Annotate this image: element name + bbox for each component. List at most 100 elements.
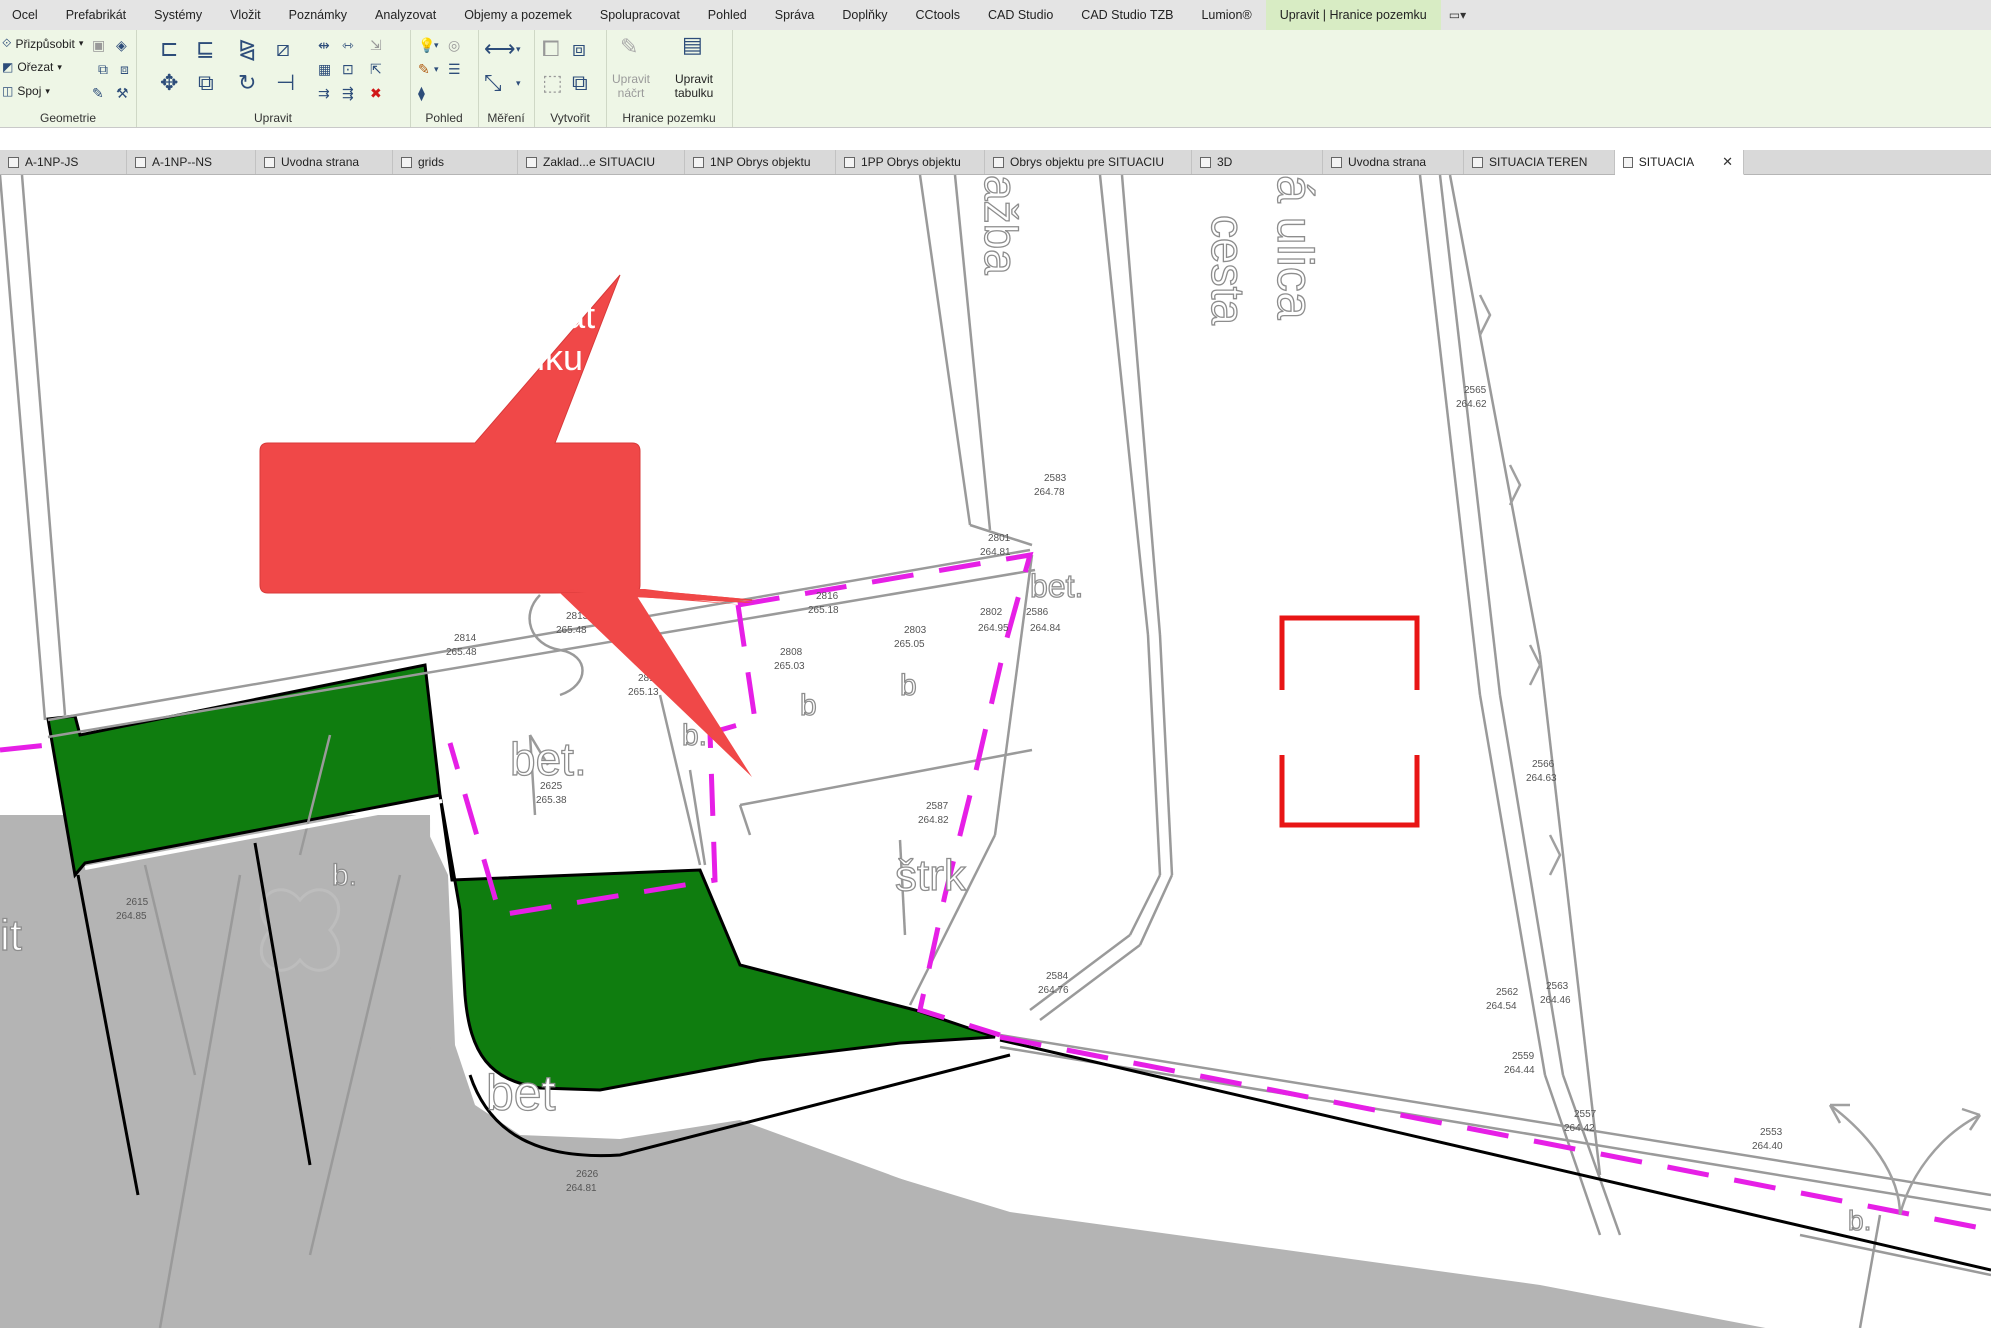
pin-icon[interactable]: ⇲ bbox=[370, 38, 382, 52]
view-tab[interactable]: SITUACIA TEREN bbox=[1464, 150, 1615, 174]
edit-sketch-button[interactable]: ✎ Upravit náčrt bbox=[606, 30, 656, 108]
view-tab[interactable]: A-1NP-JS bbox=[0, 150, 127, 174]
hide-element-icon[interactable]: ◎ bbox=[448, 38, 460, 52]
map-label: b. bbox=[682, 719, 707, 752]
create-group-icon[interactable]: ⬚ bbox=[542, 72, 563, 94]
map-label: b bbox=[800, 689, 817, 722]
view-tab[interactable]: Uvodna strana bbox=[256, 150, 393, 174]
menu-ocel[interactable]: Ocel bbox=[0, 0, 52, 30]
view-tab[interactable]: Zaklad...e SITUACIU bbox=[518, 150, 685, 174]
panel-modify-title: Upravit bbox=[253, 111, 292, 125]
point-number: 2803 bbox=[904, 625, 927, 636]
point-number: 2808 bbox=[780, 647, 803, 658]
menu-cctools[interactable]: CCtools bbox=[902, 0, 974, 30]
split-element-icon[interactable]: ⇹ bbox=[318, 38, 330, 52]
point-elevation: 264.40 bbox=[1752, 1141, 1783, 1152]
unpin-icon[interactable]: ⇱ bbox=[370, 62, 382, 76]
menu-lumion[interactable]: Lumion® bbox=[1187, 0, 1265, 30]
view-tab[interactable]: Obrys objektu pre SITUACIU bbox=[985, 150, 1192, 174]
menu-objemy-a-pozemek[interactable]: Objemy a pozemek bbox=[450, 0, 586, 30]
trim-single-icon[interactable]: ⇶ bbox=[342, 86, 354, 100]
line-weights-icon[interactable]: ☰ bbox=[448, 62, 461, 76]
delete-icon[interactable]: ✖ bbox=[370, 86, 382, 100]
edit-table-button[interactable]: ▤ Upravit tabulku bbox=[656, 30, 732, 108]
point-elevation: 265.13 bbox=[628, 687, 659, 698]
demolish-icon[interactable]: ⚒ bbox=[116, 86, 129, 100]
view-tab[interactable]: 1PP Obrys objektu bbox=[836, 150, 985, 174]
menu-doplnky[interactable]: Doplňky bbox=[828, 0, 901, 30]
fit-button[interactable]: ⟐ Přizpůsobit ▾ bbox=[2, 36, 83, 51]
rotate-icon[interactable]: ↻ bbox=[238, 72, 256, 94]
mirror-draw-icon[interactable]: ⧄ bbox=[276, 38, 290, 60]
point-elevation: 265.48 bbox=[556, 625, 587, 636]
panel-measure: ⟷ ▾ ⤡ ▾ Měření bbox=[478, 30, 535, 127]
view-tab[interactable]: 1NP Obrys objektu bbox=[685, 150, 836, 174]
override-graphics-icon[interactable]: 💡 bbox=[418, 38, 435, 52]
menu-prefabrikat[interactable]: Prefabrikát bbox=[52, 0, 140, 30]
join-icon: ◫ bbox=[2, 84, 14, 98]
create-similar-icon[interactable]: ⧉ bbox=[572, 72, 588, 94]
edit-sketch-icon: ✎ bbox=[620, 34, 639, 59]
create-parts-icon[interactable]: ⧈ bbox=[572, 38, 586, 60]
point-elevation: 264.81 bbox=[566, 1183, 597, 1194]
trim-multiple-icon[interactable]: ⇉ bbox=[318, 86, 330, 100]
paint-icon[interactable]: ✎ bbox=[92, 86, 104, 100]
offset-icon[interactable]: ⊑ bbox=[196, 38, 214, 60]
menu-upravit-hranice-pozemku[interactable]: Upravit | Hranice pozemku bbox=[1265, 0, 1441, 30]
menu-cad-studio[interactable]: CAD Studio bbox=[974, 0, 1067, 30]
chevron-down-icon: ▾ bbox=[45, 85, 50, 96]
split-gap-icon[interactable]: ⇿ bbox=[342, 38, 354, 52]
cut-button[interactable]: ◩ Ořezat ▾ bbox=[2, 60, 62, 74]
map-label: á ulica bbox=[1267, 175, 1323, 320]
filter-icon[interactable]: ⧫ bbox=[418, 86, 425, 100]
menu-poznamky[interactable]: Poznámky bbox=[275, 0, 361, 30]
panel-property-line: ✎ Upravit náčrt ▤ Upravit tabulku Hranic… bbox=[606, 30, 733, 127]
fit-label: Přizpůsobit bbox=[15, 36, 75, 51]
copy-icon[interactable]: ⧉ bbox=[198, 72, 214, 94]
green-area bbox=[438, 794, 996, 1092]
view-tab-active[interactable]: SITUACIA ✕ bbox=[1615, 150, 1744, 175]
callout-line-1: Nedaju sa editovat bbox=[296, 295, 596, 336]
create-assembly-icon[interactable]: ⧠ bbox=[542, 38, 560, 60]
menu-cad-studio-tzb[interactable]: CAD Studio TZB bbox=[1067, 0, 1187, 30]
menu-sprava[interactable]: Správa bbox=[761, 0, 829, 30]
scale-icon[interactable]: ⊡ bbox=[342, 62, 354, 76]
point-number: 2565 bbox=[1464, 385, 1487, 396]
wall-joins-icon[interactable]: ⧉ bbox=[98, 62, 108, 76]
chevron-down-icon: ▾ bbox=[434, 64, 439, 74]
menu-vlozit[interactable]: Vložit bbox=[216, 0, 275, 30]
menu-spolupracovat[interactable]: Spolupracovat bbox=[586, 0, 694, 30]
linework-icon[interactable]: ✎ bbox=[418, 62, 430, 76]
point-elevation: 264.82 bbox=[918, 815, 949, 826]
view-tab-bar: A-1NP-JS A-1NP--NS Uvodna strana grids Z… bbox=[0, 150, 1991, 175]
align-icon[interactable]: ⊏ bbox=[160, 38, 178, 60]
point-elevation: 264.85 bbox=[116, 911, 147, 922]
map-label: cesta bbox=[1202, 215, 1254, 325]
view-tab[interactable]: 3D bbox=[1192, 150, 1323, 174]
join-button[interactable]: ◫ Spoj ▾ bbox=[2, 84, 50, 98]
move-icon[interactable]: ✥ bbox=[160, 72, 178, 94]
menu-analyzovat[interactable]: Analyzovat bbox=[361, 0, 450, 30]
dimension-icon[interactable]: ⤡ bbox=[484, 72, 502, 94]
menu-pohled[interactable]: Pohled bbox=[694, 0, 761, 30]
view-tab[interactable]: Uvodna strana bbox=[1323, 150, 1464, 174]
menu-systemy[interactable]: Systémy bbox=[140, 0, 216, 30]
ribbon: ⟐ Přizpůsobit ▾ ◩ Ořezat ▾ ◫ Spoj ▾ ▣ ◈ … bbox=[0, 30, 1991, 128]
point-number: 2559 bbox=[1512, 1051, 1535, 1062]
switch-window-icon[interactable]: ▭▾ bbox=[1449, 8, 1466, 22]
split-face-icon[interactable]: ◈ bbox=[116, 38, 127, 52]
sheet-view-icon bbox=[135, 156, 146, 168]
point-number: 2553 bbox=[1760, 1127, 1783, 1138]
join-roof-icon[interactable]: ⧈ bbox=[120, 62, 129, 76]
close-icon[interactable]: ✕ bbox=[1722, 150, 1733, 174]
array-icon[interactable]: ▦ bbox=[318, 62, 331, 76]
panel-modify: ⊏ ⊑ ⧎ ⧄ ✥ ⧉ ↻ ⊣ ⇹ ⇿ ⇲ ▦ ⊡ ⇱ ⇉ ⇶ ✖ Upravi… bbox=[136, 30, 411, 127]
measure-icon[interactable]: ⟷ bbox=[484, 38, 516, 60]
view-tab[interactable]: A-1NP--NS bbox=[127, 150, 256, 174]
point-number: 2812 bbox=[638, 673, 661, 684]
chevron-down-icon: ▾ bbox=[78, 38, 84, 48]
view-tab[interactable]: grids bbox=[393, 150, 518, 174]
mirror-axis-icon[interactable]: ⧎ bbox=[238, 38, 256, 60]
cope-icon[interactable]: ▣ bbox=[92, 38, 105, 52]
trim-icon[interactable]: ⊣ bbox=[276, 72, 295, 94]
